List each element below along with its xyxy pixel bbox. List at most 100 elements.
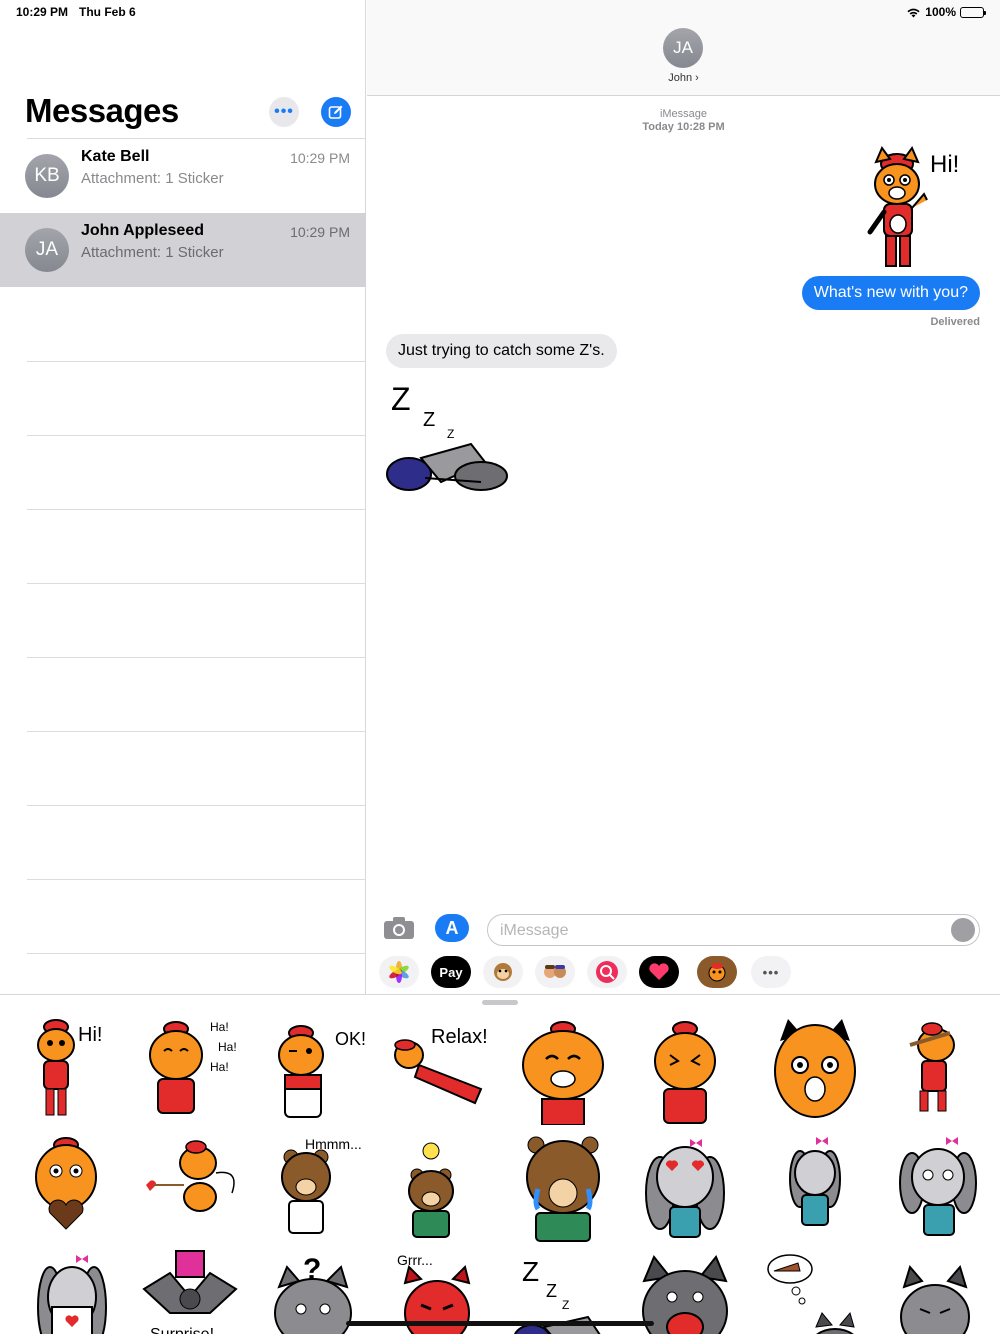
sticker-caption: Ha! bbox=[218, 1040, 237, 1054]
battery-icon bbox=[960, 6, 986, 18]
avatar: KB bbox=[25, 154, 69, 198]
message-preview: Attachment: 1 Sticker bbox=[81, 170, 224, 187]
sticker-drawer: Hi! Ha! Ha! Ha! OK! Relax! Hmmm... ? Grr… bbox=[0, 994, 1000, 1334]
digital-touch-app-icon[interactable] bbox=[639, 956, 679, 988]
message-time: 10:29 PM bbox=[290, 224, 350, 240]
animoji-app-icon[interactable] bbox=[483, 956, 523, 988]
conversation-row-john-appleseed[interactable]: JA John Appleseed Attachment: 1 Sticker … bbox=[0, 213, 366, 287]
sticker-bunny-happy[interactable] bbox=[760, 1133, 870, 1243]
message-input-row: A iMessage bbox=[367, 912, 1000, 948]
sticker-cat-hi[interactable]: Hi! bbox=[20, 1015, 130, 1125]
divider bbox=[27, 435, 366, 436]
sticker-bunny-worried[interactable] bbox=[880, 1133, 990, 1243]
audio-message-icon[interactable] bbox=[951, 918, 975, 942]
sticker-pack-app-icon[interactable] bbox=[697, 956, 737, 988]
compose-button[interactable] bbox=[321, 97, 351, 127]
sticker-caption: Surprise! bbox=[150, 1326, 214, 1334]
sticker-wolf-sad[interactable] bbox=[880, 1247, 990, 1334]
message-input-placeholder: iMessage bbox=[500, 922, 569, 939]
sticker-z-1: Z bbox=[391, 381, 411, 417]
sticker-bunny-love[interactable] bbox=[630, 1133, 740, 1243]
apple-pay-app-icon[interactable]: Pay bbox=[431, 956, 471, 988]
sticker-caption: Hmmm... bbox=[305, 1136, 362, 1152]
more-apps-button[interactable]: ••• bbox=[751, 956, 791, 988]
sticker-bear-crying[interactable] bbox=[508, 1133, 618, 1243]
sticker-cat-relax[interactable]: Relax! bbox=[385, 1015, 495, 1125]
contact-name: John Appleseed bbox=[81, 222, 204, 239]
conversation-list: Messages ••• KB Kate Bell Attachment: 1 … bbox=[0, 0, 366, 994]
home-indicator[interactable] bbox=[346, 1321, 654, 1326]
sticker-z-1: Z bbox=[522, 1256, 539, 1287]
app-store-button[interactable]: A bbox=[435, 914, 469, 942]
contact-name: Kate Bell bbox=[81, 148, 150, 165]
sticker-bear-idea[interactable] bbox=[385, 1133, 495, 1243]
sticker-caption: OK! bbox=[335, 1029, 366, 1049]
sticker-caption: Ha! bbox=[210, 1020, 229, 1034]
sticker-sleeping[interactable]: Z Z Z bbox=[381, 378, 513, 496]
wifi-icon bbox=[907, 8, 920, 17]
status-date: Thu Feb 6 bbox=[79, 5, 136, 19]
sticker-caption: Grrr... bbox=[397, 1252, 433, 1268]
contact-avatar[interactable]: JA bbox=[663, 28, 703, 68]
message-time: 10:29 PM bbox=[290, 150, 350, 166]
divider bbox=[27, 879, 366, 880]
sticker-cat-laughing[interactable]: Ha! Ha! Ha! bbox=[140, 1015, 250, 1125]
sticker-caption: Hi! bbox=[78, 1024, 102, 1046]
divider bbox=[27, 953, 366, 954]
message-timestamp: Today 10:28 PM bbox=[642, 121, 725, 133]
sticker-caption: Ha! bbox=[210, 1060, 229, 1074]
sticker-z-2: Z bbox=[423, 409, 435, 431]
battery-percent: 100% bbox=[925, 5, 956, 19]
sticker-z-3: Z bbox=[562, 1298, 569, 1312]
sticker-caption: Relax! bbox=[431, 1026, 488, 1048]
sticker-z-2: Z bbox=[546, 1281, 557, 1301]
sticker-wolf-hungry[interactable] bbox=[760, 1247, 870, 1334]
service-label: iMessage bbox=[659, 108, 708, 120]
sticker-cat-heart[interactable] bbox=[20, 1133, 130, 1243]
chat-pane: JA John › iMessage Today 10:28 PM Hi! Wh… bbox=[367, 0, 1000, 994]
sticker-caption: Hi! bbox=[930, 151, 959, 178]
message-preview: Attachment: 1 Sticker bbox=[81, 244, 224, 261]
contact-name-link[interactable]: John › bbox=[367, 72, 1000, 84]
incoming-message[interactable]: Just trying to catch some Z's. bbox=[386, 334, 617, 368]
sticker-bear-thinking[interactable]: Hmmm... bbox=[265, 1133, 375, 1243]
message-input[interactable]: iMessage bbox=[487, 914, 980, 946]
divider bbox=[27, 657, 366, 658]
sticker-caption: ? bbox=[303, 1253, 321, 1286]
status-time: 10:29 PM bbox=[16, 5, 69, 19]
avatar: JA bbox=[25, 228, 69, 272]
photos-app-icon[interactable] bbox=[379, 956, 419, 988]
sticker-bat-surprise[interactable]: Surprise! bbox=[140, 1247, 250, 1334]
delivered-status: Delivered bbox=[930, 316, 980, 328]
more-button[interactable]: ••• bbox=[269, 97, 299, 127]
message-meta: iMessage Today 10:28 PM bbox=[367, 108, 1000, 134]
apple-pay-label: Pay bbox=[439, 964, 463, 980]
ellipsis-icon: ••• bbox=[762, 964, 780, 980]
search-images-app-icon[interactable] bbox=[587, 956, 627, 988]
status-bar: 10:29 PM Thu Feb 6 100% bbox=[0, 0, 1000, 24]
sticker-cat-ok[interactable]: OK! bbox=[265, 1015, 375, 1125]
drawer-grabber[interactable] bbox=[482, 1000, 518, 1005]
sticker-bunny-letter[interactable] bbox=[20, 1247, 130, 1334]
sticker-z-3: Z bbox=[447, 427, 454, 441]
sticker-cat-cupid[interactable] bbox=[140, 1133, 250, 1243]
status-right: 100% bbox=[906, 5, 986, 19]
camera-icon[interactable] bbox=[383, 916, 415, 940]
sticker-cat-hi[interactable]: Hi! bbox=[862, 142, 972, 276]
sticker-cat-excited[interactable] bbox=[630, 1015, 740, 1125]
page-title: Messages bbox=[25, 92, 179, 129]
app-strip: Pay ••• bbox=[367, 952, 1000, 992]
divider bbox=[27, 361, 366, 362]
outgoing-message[interactable]: What's new with you? bbox=[801, 276, 980, 310]
sticker-cat-smiling[interactable] bbox=[508, 1015, 618, 1125]
ellipsis-icon: ••• bbox=[274, 103, 294, 120]
divider bbox=[27, 509, 366, 510]
conversation-row-kate-bell[interactable]: KB Kate Bell Attachment: 1 Sticker 10:29… bbox=[0, 139, 366, 213]
divider bbox=[27, 805, 366, 806]
memoji-app-icon[interactable] bbox=[535, 956, 575, 988]
sticker-cat-slingshot[interactable] bbox=[880, 1015, 990, 1125]
divider bbox=[27, 583, 366, 584]
app-store-icon: A bbox=[445, 917, 459, 938]
sticker-cat-surprised[interactable] bbox=[760, 1015, 870, 1125]
compose-icon bbox=[328, 105, 343, 119]
